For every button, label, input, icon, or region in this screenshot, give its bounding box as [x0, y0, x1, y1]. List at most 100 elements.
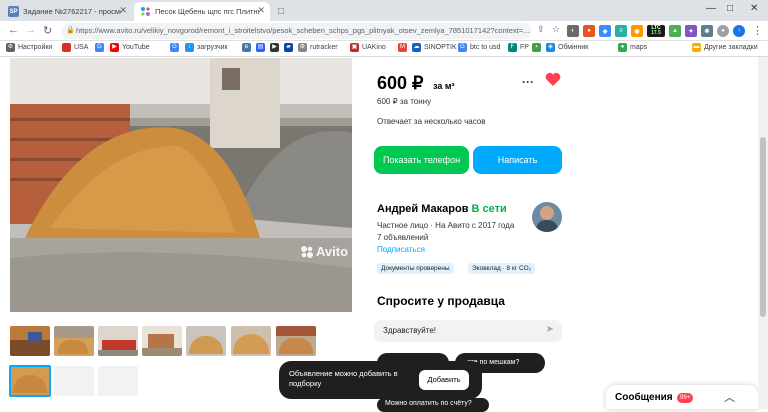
online-status: В сети	[471, 203, 507, 215]
new-tab-button[interactable]: □	[272, 2, 294, 21]
extension-icon[interactable]: ▲	[669, 25, 681, 37]
bookmark-exchange[interactable]: ◈ Обмінник	[546, 43, 588, 52]
photo-thumbnail-placeholder	[98, 366, 138, 396]
bookmark-usa[interactable]: USA	[62, 43, 88, 52]
subscribe-link[interactable]: Подписаться	[377, 245, 425, 254]
forward-icon[interactable]: →	[25, 24, 36, 36]
close-icon[interactable]: ✕	[119, 5, 127, 16]
close-window-icon[interactable]: ✕	[750, 3, 758, 14]
uakino-icon: ▣	[350, 43, 359, 52]
response-time: Отвечает за несколько часов	[377, 117, 486, 126]
lock-icon: 🔒	[66, 27, 75, 34]
extension-icon[interactable]: ≡	[615, 25, 627, 37]
bookmark-youtube[interactable]: ▶ YouTube	[110, 43, 150, 52]
bookmark-doc[interactable]: ▤	[256, 43, 268, 52]
sand-pile-image	[10, 58, 352, 312]
share-icon[interactable]: ⇪	[537, 24, 545, 35]
profile-avatar[interactable]: ●	[717, 25, 729, 37]
photo-thumbnail[interactable]	[231, 326, 271, 356]
bookmark-google2[interactable]: G	[170, 43, 182, 52]
bookmark-btc[interactable]: Gbtc to usd	[458, 43, 500, 52]
messages-label: Сообщения	[615, 392, 673, 403]
bookmark-fp[interactable]: F FP	[508, 43, 529, 52]
rutracker-icon: ⚙	[298, 43, 307, 52]
send-icon[interactable]: ➤	[546, 324, 554, 335]
extension-icon[interactable]: ●	[583, 25, 595, 37]
play-icon: ▶	[270, 43, 279, 52]
minimize-icon[interactable]: —	[706, 3, 716, 14]
close-icon[interactable]: ✕	[257, 5, 265, 16]
extension-icon[interactable]: ◉	[631, 25, 643, 37]
extension-icon[interactable]: ✦	[685, 25, 697, 37]
bookmark-settings[interactable]: ⚙ Настройки	[6, 43, 52, 52]
bookmark-rutracker[interactable]: ⚙ rutracker	[298, 43, 338, 52]
write-message-button[interactable]: Написать	[473, 146, 562, 174]
seller-avatar[interactable]	[532, 202, 562, 232]
seller-info: Частное лицо · На Авито с 2017 года	[377, 221, 515, 230]
photo-thumbnail[interactable]	[142, 326, 182, 356]
update-icon[interactable]: ↑	[733, 25, 745, 37]
puzzle-icon[interactable]: ✱	[701, 25, 713, 37]
photo-thumbnail[interactable]	[98, 326, 138, 356]
photo-thumbnail-placeholder	[54, 366, 94, 396]
mail-icon: M	[398, 43, 407, 52]
bookmark-ext[interactable]: ▪	[532, 43, 544, 52]
photo-thumbnail[interactable]	[54, 326, 94, 356]
bookmark-play[interactable]: ▶	[270, 43, 282, 52]
address-bar: ← → ↻ 🔒 https://www.avito.ru/velikiy_nov…	[0, 21, 768, 41]
gear-icon: ⚙	[6, 43, 15, 52]
bookmark-vk[interactable]: в	[242, 43, 254, 52]
price-unit: за м³	[433, 81, 455, 91]
seller-ads-count[interactable]: 7 объявлений	[377, 233, 428, 242]
menu-icon[interactable]: ⋮	[752, 24, 763, 37]
weather-icon: ☁	[412, 43, 421, 52]
bookmarks-bar: ⚙ Настройки USA G ▶ YouTube G ↓ загрузчик в…	[0, 41, 768, 57]
tab-task[interactable]: SP Задание №2762217 - просмотр з ✕	[2, 2, 132, 21]
tab-label: Песок Щебень щпс пгс Плитняк	[155, 7, 259, 16]
flag-icon	[62, 43, 71, 52]
bookmark-flag[interactable]: ▰	[284, 43, 296, 52]
add-button[interactable]: Добавить	[419, 370, 469, 390]
photo-thumbnail[interactable]	[276, 326, 316, 356]
badge-eco-contribution[interactable]: Эковклад · 8 кг CO₂	[468, 263, 536, 274]
ask-message-input[interactable]: Здравствуйте! ➤	[374, 320, 562, 342]
seller-name[interactable]: Андрей Макаров	[377, 203, 468, 215]
vk-icon: в	[242, 43, 251, 52]
ltc-price-extension[interactable]: LTC 17.5	[647, 25, 665, 37]
google-icon: G	[458, 43, 467, 52]
url-input[interactable]: 🔒 https://www.avito.ru/velikiy_novgorod/…	[62, 23, 532, 39]
star-icon[interactable]: ☆	[552, 24, 560, 35]
bookmark-loader[interactable]: ↓ загрузчик	[185, 43, 228, 52]
badge-documents-verified[interactable]: Документы проверены	[377, 263, 454, 274]
avito-favicon-icon	[140, 6, 151, 17]
photo-thumbnail[interactable]	[10, 326, 50, 356]
photo-thumbnail-selected[interactable]	[9, 365, 51, 397]
bookmark-google[interactable]: G	[95, 43, 107, 52]
show-phone-button[interactable]: Показать телефон	[374, 146, 469, 174]
seller-name-row[interactable]: Андрей Макаров В сети	[377, 203, 507, 215]
extension-icon[interactable]: ◆	[599, 25, 611, 37]
bookmark-other[interactable]: ▬ Другие закладки	[692, 43, 758, 52]
more-options-icon[interactable]: ···	[522, 75, 534, 89]
scrollbar-thumb[interactable]	[760, 137, 766, 317]
bookmark-gmail[interactable]: M	[398, 43, 410, 52]
chevron-up-icon[interactable]: ︿	[724, 389, 735, 405]
favorite-heart-icon[interactable]	[545, 72, 561, 89]
extension-icon[interactable]: ◐	[567, 25, 579, 37]
messages-panel[interactable]: Сообщения 99+ ︿	[606, 385, 758, 409]
maximize-icon[interactable]: □	[727, 3, 733, 14]
photo-thumbnail[interactable]	[186, 326, 226, 356]
browser-tab-bar: SP Задание №2762217 - просмотр з ✕ Песок…	[0, 0, 768, 21]
tab-avito[interactable]: Песок Щебень щпс пгс Плитняк ✕	[134, 2, 270, 21]
bookmark-sinoptik[interactable]: ☁ SINOPTIK	[412, 43, 457, 52]
messages-count-badge: 99+	[677, 393, 694, 403]
bookmark-uakino[interactable]: ▣ UAKino	[350, 43, 386, 52]
download-icon: ↓	[185, 43, 194, 52]
page-scrollbar[interactable]	[758, 57, 768, 409]
back-icon[interactable]: ←	[8, 24, 19, 36]
avito-watermark: Avito	[300, 244, 348, 259]
bookmark-maps[interactable]: ● maps	[618, 43, 647, 52]
suggestion-bubble[interactable]: Можно оплатить по счёту?	[377, 398, 489, 412]
main-photo[interactable]: Avito	[10, 58, 352, 312]
reload-icon[interactable]: ↻	[43, 24, 52, 37]
